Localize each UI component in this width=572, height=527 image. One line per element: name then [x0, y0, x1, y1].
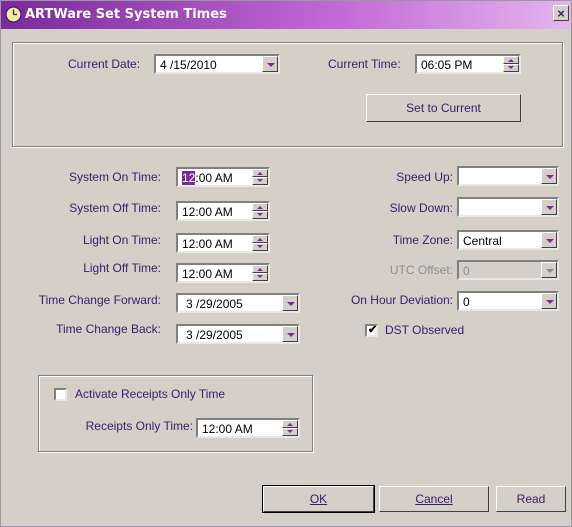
speed-up-label: Speed Up: — [396, 170, 453, 184]
dst-observed-checkbox[interactable]: ✔ — [365, 324, 378, 337]
time-spinner[interactable] — [252, 265, 268, 281]
clock-icon — [5, 6, 22, 23]
chevron-down-icon[interactable] — [282, 326, 298, 342]
spin-up-icon[interactable] — [503, 56, 519, 64]
ok-button[interactable]: OK — [262, 485, 375, 513]
current-time-field[interactable]: 06:05 PM — [415, 54, 521, 74]
time-change-back-label: Time Change Back: — [56, 322, 161, 336]
light-off-label: Light Off Time: — [83, 261, 161, 275]
spin-down-icon[interactable] — [252, 211, 268, 219]
spin-down-icon[interactable] — [252, 273, 268, 281]
chevron-down-icon[interactable] — [541, 293, 557, 309]
system-on-time-field[interactable]: 12:00 AM — [176, 167, 270, 187]
dialog-window: ARTWare Set System Times × Current Date:… — [0, 0, 572, 527]
system-on-label: System On Time: — [68, 170, 161, 184]
utc-offset-label: UTC Offset: — [389, 263, 453, 277]
set-to-current-button[interactable]: Set to Current — [366, 94, 521, 122]
current-date-field[interactable]: 4 /15/2010 — [154, 54, 280, 74]
spin-down-icon[interactable] — [282, 428, 298, 436]
time-zone-select[interactable]: Central — [457, 230, 559, 250]
on-hour-deviation-select[interactable]: 0 — [457, 291, 559, 311]
time-change-forward-field[interactable]: 3 /29/2005 — [176, 293, 300, 313]
chevron-down-icon — [541, 262, 557, 278]
system-on-hour-selected: 12 — [182, 171, 196, 185]
receipts-time-label: Receipts Only Time: — [85, 419, 193, 433]
current-date-label: Current Date: — [68, 57, 141, 71]
system-off-label: System Off Time: — [69, 201, 161, 215]
chevron-down-icon[interactable] — [541, 168, 557, 184]
time-spinner[interactable] — [503, 56, 519, 72]
time-zone-label: Time Zone: — [392, 233, 453, 247]
spin-up-icon[interactable] — [252, 235, 268, 243]
window-title: ARTWare Set System Times — [25, 7, 227, 22]
spin-down-icon[interactable] — [252, 177, 268, 185]
chevron-down-icon[interactable] — [541, 232, 557, 248]
cancel-button[interactable]: Cancel — [379, 486, 489, 512]
chevron-down-icon[interactable] — [282, 295, 298, 311]
time-change-forward-label: Time Change Forward: — [38, 293, 161, 307]
slow-down-label: Slow Down: — [389, 201, 453, 215]
utc-offset-select: 0 — [457, 260, 559, 280]
dst-observed-label: DST Observed — [385, 323, 465, 337]
slow-down-select[interactable] — [457, 197, 559, 217]
time-change-back-field[interactable]: 3 /29/2005 — [176, 324, 300, 344]
spin-up-icon[interactable] — [252, 265, 268, 273]
title-bar[interactable]: ARTWare Set System Times × — [1, 1, 571, 29]
activate-receipts-checkbox[interactable] — [54, 388, 67, 401]
system-on-rest: :00 AM — [195, 171, 233, 185]
chevron-down-icon[interactable] — [541, 199, 557, 215]
system-off-time-field[interactable]: 12:00 AM — [176, 201, 270, 221]
spin-down-icon[interactable] — [503, 64, 519, 72]
chevron-down-icon[interactable] — [262, 56, 278, 72]
receipts-only-time-field[interactable]: 12:00 AM — [196, 418, 300, 438]
close-button[interactable]: × — [553, 5, 569, 21]
spin-up-icon[interactable] — [252, 169, 268, 177]
light-on-time-field[interactable]: 12:00 AM — [176, 233, 270, 253]
time-spinner[interactable] — [252, 203, 268, 219]
spin-down-icon[interactable] — [252, 243, 268, 251]
read-button[interactable]: Read — [496, 486, 566, 512]
speed-up-select[interactable] — [457, 166, 559, 186]
spin-up-icon[interactable] — [282, 420, 298, 428]
time-spinner[interactable] — [252, 169, 268, 185]
spin-up-icon[interactable] — [252, 203, 268, 211]
time-spinner[interactable] — [282, 420, 298, 436]
current-time-label: Current Time: — [328, 57, 401, 71]
light-on-label: Light On Time: — [82, 233, 161, 247]
checkmark-icon: ✔ — [368, 324, 378, 336]
light-off-time-field[interactable]: 12:00 AM — [176, 263, 270, 283]
time-spinner[interactable] — [252, 235, 268, 251]
activate-receipts-label: Activate Receipts Only Time — [75, 387, 226, 401]
on-hour-deviation-label: On Hour Deviation: — [350, 293, 453, 307]
